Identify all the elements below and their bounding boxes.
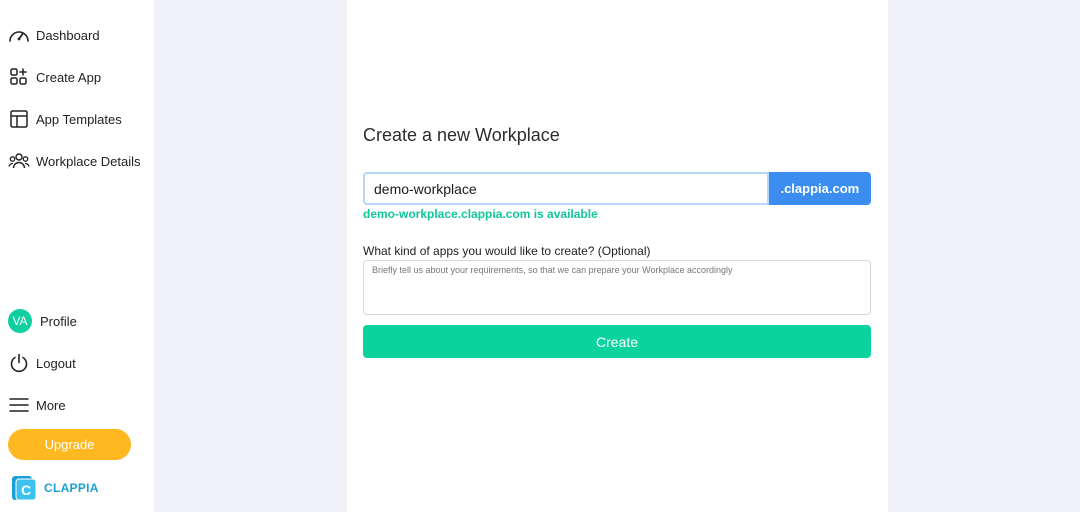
sidebar-item-workplace-details[interactable]: Workplace Details xyxy=(8,147,148,175)
app-root: Dashboard Create App App Templates Workp… xyxy=(0,0,1080,512)
sidebar-item-create-app[interactable]: Create App xyxy=(8,63,148,91)
domain-suffix: .clappia.com xyxy=(768,172,871,205)
sidebar-item-logout[interactable]: Logout xyxy=(8,349,148,377)
svg-text:C: C xyxy=(21,482,31,498)
page-title: Create a new Workplace xyxy=(363,125,560,145)
availability-message: demo-workplace.clappia.com is available xyxy=(363,207,598,221)
sidebar-item-label: Logout xyxy=(36,355,76,371)
domain-row: .clappia.com xyxy=(363,172,871,205)
sidebar-item-app-templates[interactable]: App Templates xyxy=(8,105,148,133)
sidebar-item-label: Dashboard xyxy=(36,27,100,43)
sidebar-item-label: More xyxy=(36,397,66,413)
sidebar-item-profile[interactable]: VA Profile xyxy=(8,307,148,335)
upgrade-button[interactable]: Upgrade xyxy=(8,429,131,460)
grid-plus-icon xyxy=(8,66,30,88)
clappia-logo: C CLAPPIA xyxy=(11,475,99,501)
users-group-icon xyxy=(8,150,30,172)
sidebar-item-label: App Templates xyxy=(36,111,122,127)
sidebar-item-label: Profile xyxy=(40,313,77,329)
requirements-label: What kind of apps you would like to crea… xyxy=(363,244,651,258)
hamburger-menu-icon xyxy=(8,394,30,416)
sidebar-item-more[interactable]: More xyxy=(8,391,148,419)
create-workplace-panel: Create a new Workplace .clappia.com demo… xyxy=(347,0,888,512)
avatar: VA xyxy=(8,309,32,333)
sidebar-item-label: Create App xyxy=(36,69,102,85)
speedometer-icon xyxy=(8,24,30,46)
sidebar-item-label: Workplace Details xyxy=(36,153,141,169)
clappia-logo-icon: C xyxy=(11,475,37,501)
layout-template-icon xyxy=(8,108,30,130)
workplace-subdomain-input[interactable] xyxy=(363,172,769,205)
logo-text: CLAPPIA xyxy=(44,481,99,495)
sidebar: Dashboard Create App App Templates Workp… xyxy=(0,0,154,512)
requirements-textarea[interactable] xyxy=(363,260,871,315)
sidebar-item-dashboard[interactable]: Dashboard xyxy=(8,21,148,49)
create-button[interactable]: Create xyxy=(363,325,871,358)
power-icon xyxy=(8,352,30,374)
